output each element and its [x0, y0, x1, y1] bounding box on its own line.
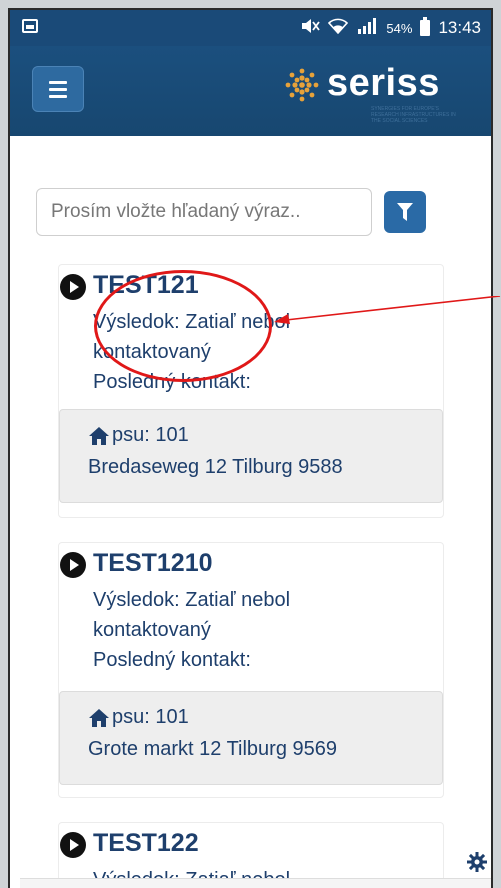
- play-circle-icon: [60, 552, 86, 578]
- status-bar: 54% 13:43: [10, 10, 491, 46]
- battery-icon: [420, 17, 431, 36]
- address-box: psu: 101 Bredaseweg 12 Tilburg 9588: [59, 409, 443, 503]
- case-result: Výsledok: Zatiaľ nebol: [93, 589, 291, 611]
- logo-text: seriss: [327, 62, 440, 104]
- psu-label: psu: 101: [112, 706, 189, 728]
- case-header: TEST1210: [59, 543, 443, 583]
- address-text: Bredaseweg 12 Tilburg 9588: [88, 456, 343, 478]
- logo-subtitle: synergies for europe's research infrastr…: [371, 106, 456, 124]
- bottom-bar: [20, 878, 491, 888]
- mute-icon: [300, 18, 321, 39]
- play-circle-icon: [60, 274, 86, 300]
- case-last-contact: Posledný kontakt:: [93, 649, 251, 671]
- phone-screen: 54% 13:43 seriss SYNERGIES FOR EUROPE'S …: [8, 8, 493, 888]
- home-icon: [89, 427, 109, 445]
- case-result-cont: kontaktovaný: [93, 619, 211, 641]
- filter-icon: [397, 203, 413, 221]
- play-circle-icon: [60, 832, 86, 858]
- annotation-arrow: [274, 296, 501, 324]
- home-icon: [89, 709, 109, 727]
- menu-button[interactable]: [32, 66, 84, 112]
- case-header: TEST122: [59, 823, 443, 863]
- search-row: [36, 188, 456, 236]
- wifi-icon: [328, 18, 349, 39]
- psu-label: psu: 101: [112, 424, 189, 446]
- hamburger-icon: [49, 80, 67, 84]
- case-title[interactable]: TEST1210: [93, 549, 213, 578]
- status-icons: 54% 13:43: [300, 16, 481, 40]
- logo-dots-icon: [285, 68, 319, 102]
- case-title[interactable]: TEST122: [93, 829, 199, 858]
- gallery-icon: [22, 19, 38, 33]
- case-card[interactable]: TEST1210 Výsledok: Zatiaľ nebol kontakto…: [58, 542, 444, 798]
- signal-icon: [356, 17, 378, 39]
- address-text: Grote markt 12 Tilburg 9569: [88, 738, 338, 760]
- gear-icon[interactable]: [467, 852, 487, 872]
- address-box: psu: 101 Grote markt 12 Tilburg 9569: [59, 691, 443, 785]
- annotation-circle: [94, 270, 272, 382]
- search-input[interactable]: [36, 188, 372, 236]
- filter-button[interactable]: [384, 191, 426, 233]
- app-header: seriss synergies for europe's research i…: [10, 46, 491, 136]
- seriss-logo: seriss synergies for europe's research i…: [283, 62, 463, 124]
- battery-percent: 54%: [386, 20, 413, 36]
- clock: 13:43: [438, 18, 481, 37]
